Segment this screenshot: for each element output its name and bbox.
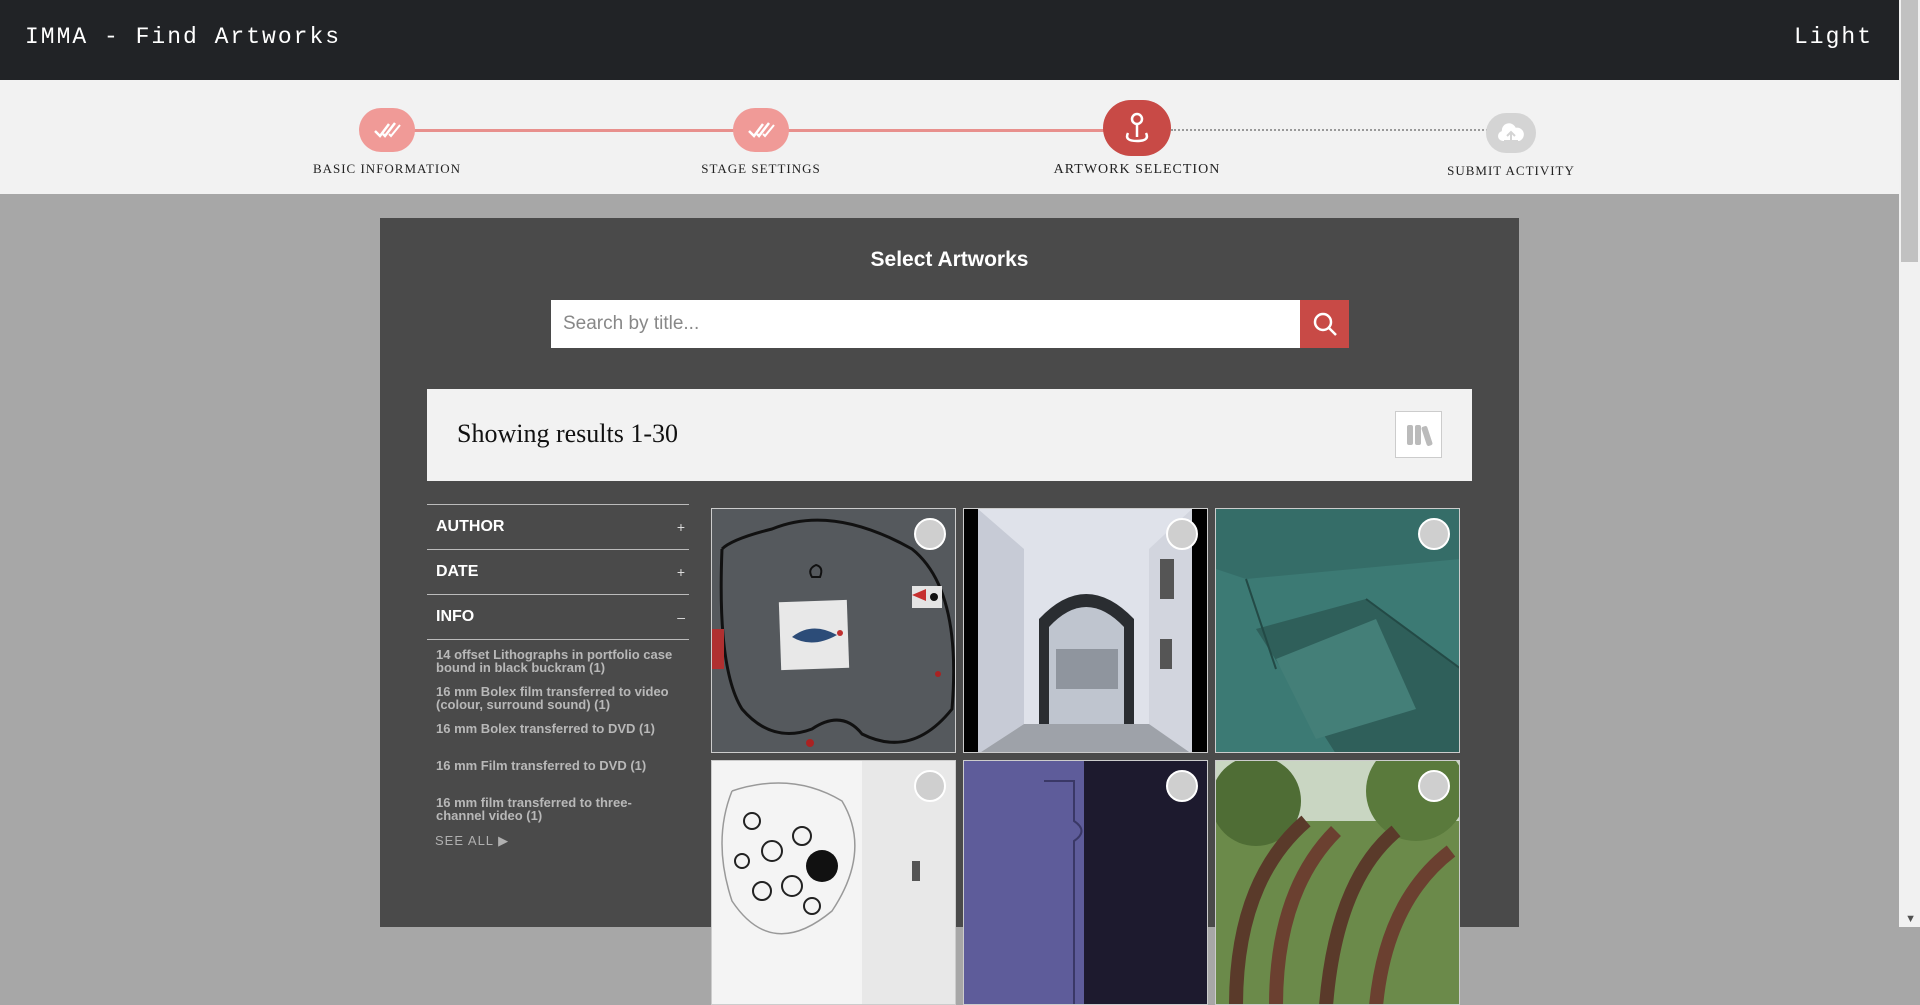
scrollbar[interactable]: ▼ bbox=[1899, 0, 1920, 927]
results-bar: Showing results 1-30 bbox=[427, 389, 1472, 481]
progress-stepper: BASIC INFORMATION STAGE SETTINGS ARTWORK… bbox=[0, 80, 1899, 194]
artwork-selection-panel: Select Artworks Showing results 1-30 AUT… bbox=[380, 218, 1519, 1005]
step-label: STAGE SETTINGS bbox=[701, 161, 821, 176]
filter-option[interactable]: 16 mm Bolex film transferred to video (c… bbox=[436, 685, 676, 722]
step-label: BASIC INFORMATION bbox=[312, 161, 462, 176]
library-icon bbox=[1406, 424, 1432, 446]
top-bar: IMMA - Find Artworks Light bbox=[0, 0, 1899, 80]
search-button[interactable] bbox=[1300, 300, 1349, 348]
artwork-tile[interactable] bbox=[963, 760, 1208, 1005]
step-label: SUBMIT ACTIVITY bbox=[1447, 163, 1575, 178]
select-checkbox[interactable] bbox=[914, 518, 946, 550]
artwork-tile[interactable] bbox=[963, 508, 1208, 753]
step-circle bbox=[1486, 113, 1536, 153]
filter-option[interactable]: 14 offset Lithographs in portfolio case … bbox=[436, 648, 676, 685]
artwork-tile[interactable] bbox=[711, 508, 956, 753]
app-title: IMMA - Find Artworks bbox=[25, 24, 342, 50]
select-checkbox[interactable] bbox=[914, 770, 946, 802]
collapse-icon: – bbox=[677, 609, 685, 625]
double-check-icon bbox=[748, 122, 775, 138]
artwork-tile[interactable] bbox=[1215, 760, 1460, 1005]
map-pin-icon bbox=[1125, 112, 1149, 143]
filter-label: DATE bbox=[436, 563, 479, 580]
artwork-tile[interactable] bbox=[1215, 508, 1460, 753]
filter-author[interactable]: AUTHOR + bbox=[427, 504, 689, 549]
scroll-down-icon[interactable]: ▼ bbox=[1905, 913, 1916, 925]
scrollbar-thumb[interactable] bbox=[1901, 0, 1918, 262]
step-submit-activity[interactable]: SUBMIT ACTIVITY bbox=[1401, 80, 1621, 179]
step-circle bbox=[733, 108, 789, 152]
step-stage-settings[interactable]: STAGE SETTINGS bbox=[651, 80, 871, 177]
search-input[interactable] bbox=[551, 300, 1300, 348]
filter-date[interactable]: DATE + bbox=[427, 549, 689, 594]
select-checkbox[interactable] bbox=[1166, 518, 1198, 550]
step-basic-information[interactable]: BASIC INFORMATION bbox=[277, 80, 497, 177]
select-checkbox[interactable] bbox=[1166, 770, 1198, 802]
select-checkbox[interactable] bbox=[1418, 770, 1450, 802]
step-artwork-selection[interactable]: ARTWORK SELECTION bbox=[1027, 80, 1247, 178]
select-checkbox[interactable] bbox=[1418, 518, 1450, 550]
expand-icon: + bbox=[676, 519, 685, 535]
expand-icon: + bbox=[676, 564, 685, 580]
artwork-tile[interactable] bbox=[711, 760, 956, 1005]
theme-toggle[interactable]: Light bbox=[1794, 24, 1873, 50]
view-toggle-button[interactable] bbox=[1395, 411, 1442, 458]
step-label: ARTWORK SELECTION bbox=[1053, 162, 1221, 177]
info-filter-list: 14 offset Lithographs in portfolio case … bbox=[427, 640, 689, 849]
filter-option[interactable]: 16 mm Film transferred to DVD (1) bbox=[436, 759, 676, 796]
filter-label: AUTHOR bbox=[436, 518, 505, 535]
double-check-icon bbox=[374, 122, 401, 138]
search-icon bbox=[1313, 312, 1337, 336]
step-circle bbox=[359, 108, 415, 152]
filter-option[interactable]: 16 mm Bolex transferred to DVD (1) bbox=[436, 722, 676, 759]
cloud-upload-icon bbox=[1498, 123, 1524, 142]
results-count: Showing results 1-30 bbox=[457, 419, 678, 448]
filter-sidebar: AUTHOR + DATE + INFO – 14 offset Lithogr… bbox=[427, 504, 689, 849]
filter-info[interactable]: INFO – bbox=[427, 594, 689, 639]
panel-title: Select Artworks bbox=[870, 248, 1029, 271]
filter-label: INFO bbox=[436, 608, 475, 625]
filter-option[interactable]: 16 mm film transferred to three-channel … bbox=[436, 796, 676, 833]
step-circle bbox=[1103, 100, 1171, 156]
see-all-link[interactable]: SEE ALL ▶ bbox=[435, 833, 689, 849]
